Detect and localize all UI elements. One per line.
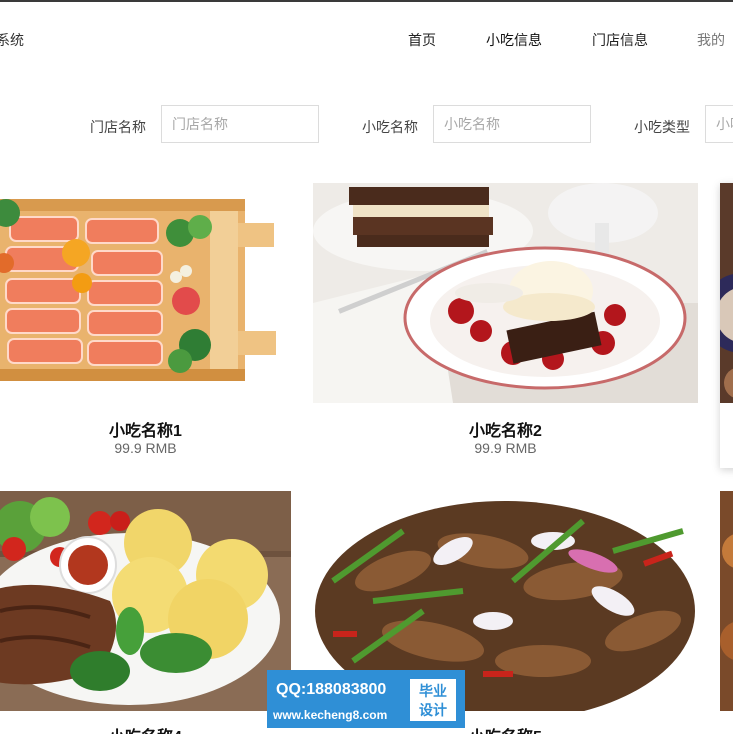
watermark-badge: 毕业 设计	[410, 679, 456, 721]
top-border	[0, 0, 733, 2]
snack-image-steak	[0, 491, 291, 711]
snack-card[interactable]	[720, 183, 733, 468]
store-name-input[interactable]	[161, 105, 319, 143]
nav-mine[interactable]: 我的	[697, 30, 725, 50]
watermark-qq: QQ:188083800	[276, 681, 387, 698]
nav-snack-info[interactable]: 小吃信息	[486, 30, 542, 50]
snack-card[interactable]: 小吃名称1 99.9 RMB	[0, 183, 291, 473]
snack-image-partial	[720, 183, 733, 403]
snack-type-input[interactable]	[705, 105, 733, 143]
watermark-badge-line1: 毕业	[419, 683, 447, 699]
snack-name-input[interactable]	[433, 105, 591, 143]
nav-store-info[interactable]: 门店信息	[592, 30, 648, 50]
snack-card[interactable]: 小吃名称4	[0, 491, 291, 734]
snack-name: 小吃名称2	[469, 423, 542, 440]
snack-name-label: 小吃名称	[362, 119, 418, 135]
snack-card[interactable]: 小吃名称2 99.9 RMB	[313, 183, 698, 473]
snack-card[interactable]	[720, 491, 733, 734]
watermark-url: www.kecheng8.com	[273, 708, 388, 722]
snack-image-ice-cream	[313, 183, 698, 403]
snack-image-partial	[720, 491, 733, 711]
nav-home[interactable]: 首页	[408, 30, 436, 50]
main-nav: 首页 小吃信息 门店信息 我的	[0, 30, 733, 50]
watermark-badge-line2: 设计	[419, 702, 447, 718]
snack-name: 小吃名称1	[109, 423, 182, 440]
snack-name: 小吃名称4	[0, 723, 291, 734]
snack-type-label: 小吃类型	[634, 119, 690, 135]
snack-image-salmon	[0, 183, 291, 403]
watermark-banner: QQ:188083800 www.kecheng8.com 毕业 设计	[267, 670, 465, 728]
snack-price: 99.9 RMB	[114, 440, 177, 456]
store-name-label: 门店名称	[90, 119, 146, 135]
snack-price: 99.9 RMB	[474, 440, 537, 456]
